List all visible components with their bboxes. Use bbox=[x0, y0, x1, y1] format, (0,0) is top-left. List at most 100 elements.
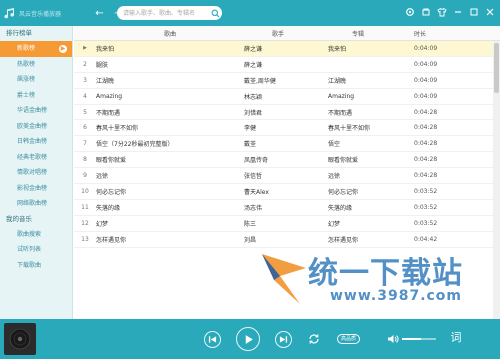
search-input[interactable] bbox=[123, 7, 211, 19]
minimize-icon bbox=[455, 11, 461, 13]
row-song: 怎样遇见你 bbox=[96, 236, 127, 244]
row-duration: 0:04:09 bbox=[414, 76, 438, 84]
scrollbar-thumb[interactable] bbox=[494, 43, 499, 93]
row-singer: 薛之谦 bbox=[244, 61, 263, 69]
song-table: 歌曲 歌手 专辑 时长 ▶ 我来怕 薛之谦 我来怕 0:04:09 2 腿肤 薛之谦 0:04:… bbox=[74, 26, 500, 319]
row-duration: 0:03:52 bbox=[414, 203, 438, 211]
minimize-button[interactable] bbox=[452, 6, 464, 18]
search-icon[interactable] bbox=[211, 9, 220, 18]
row-song: 悟空（7分22秒最初完整版） bbox=[96, 141, 174, 149]
col-header-song[interactable]: 歌曲 bbox=[96, 29, 244, 38]
table-row[interactable]: 11 失落的缘 汤志伟 失落的缘 0:03:52 bbox=[74, 200, 500, 216]
table-row[interactable]: 5 不期而遇 刘惜君 不期而遇 0:04:28 bbox=[74, 105, 500, 121]
row-album: 失落的缘 bbox=[328, 204, 353, 212]
play-button[interactable] bbox=[236, 327, 260, 351]
now-playing-icon: ▶ bbox=[83, 45, 87, 52]
table-body: ▶ 我来怕 薛之谦 我来怕 0:04:09 2 腿肤 薛之谦 0:04:09 3 江湖晚 戴荃,周华健… bbox=[74, 41, 500, 248]
settings-button[interactable] bbox=[404, 6, 416, 18]
table-row[interactable]: 6 春风十里不如你 李健 春风十里不如你 0:04:28 bbox=[74, 120, 500, 137]
sidebar-item-label: 新歌榜 bbox=[17, 45, 36, 52]
chevron-right-icon: ▶ bbox=[59, 44, 67, 53]
table-row[interactable]: 3 江湖晚 戴荃,周华健 江湖晚 0:04:09 bbox=[74, 73, 500, 89]
close-icon bbox=[486, 8, 494, 16]
sidebar-section-my-music[interactable]: 我的音乐 bbox=[0, 212, 72, 227]
shirt-icon bbox=[437, 7, 447, 17]
col-header-album[interactable]: 专辑 bbox=[328, 29, 414, 38]
row-singer: 凤凰传奇 bbox=[244, 157, 269, 165]
row-singer: 李健 bbox=[244, 125, 257, 133]
volume-icon bbox=[387, 334, 398, 343]
sidebar-item-new-songs[interactable]: 新歌榜 ▶ bbox=[0, 41, 72, 57]
sidebar-item-ost[interactable]: 影视金曲榜 bbox=[0, 181, 72, 197]
table-row[interactable]: 7 悟空（7分22秒最初完整版） 戴荃 悟空 0:04:28 bbox=[74, 136, 500, 153]
quality-toggle[interactable]: 高品质 bbox=[337, 334, 361, 344]
row-song: 何必忘记你 bbox=[96, 188, 127, 196]
prev-icon bbox=[208, 336, 217, 343]
row-song: 春风十里不如你 bbox=[96, 125, 139, 133]
repeat-icon bbox=[309, 334, 319, 344]
volume-slider[interactable] bbox=[402, 338, 436, 340]
row-duration: 0:04:28 bbox=[414, 172, 438, 180]
album-art[interactable] bbox=[4, 323, 36, 355]
row-album: 何必忘记你 bbox=[328, 188, 359, 196]
sidebar-item-internet-songs[interactable]: 网络歌曲榜 bbox=[0, 196, 72, 212]
table-row[interactable]: ▶ 我来怕 薛之谦 我来怕 0:04:09 bbox=[74, 41, 500, 57]
sidebar-item-song-search[interactable]: 歌曲搜索 bbox=[0, 227, 72, 243]
row-duration: 0:04:28 bbox=[414, 108, 438, 116]
sidebar-item-preview-list[interactable]: 试听列表 bbox=[0, 242, 72, 258]
watermark-url: www.3987.com bbox=[330, 288, 463, 304]
row-duration: 0:04:09 bbox=[414, 60, 438, 68]
row-index: 11 bbox=[81, 203, 89, 211]
sidebar-item-rising[interactable]: 飙涨榜 bbox=[0, 72, 72, 88]
title-bar: 风云音乐播放器 ← → bbox=[0, 0, 500, 26]
sidebar-item-jpkr-hits[interactable]: 日韩金曲榜 bbox=[0, 134, 72, 150]
lyrics-button[interactable]: 词 bbox=[449, 331, 463, 345]
sidebar-item-jazz[interactable]: 爵士榜 bbox=[0, 88, 72, 104]
row-song: 眼看你就爱 bbox=[96, 157, 127, 165]
sidebar-item-hot-songs[interactable]: 热歌榜 bbox=[0, 57, 72, 73]
next-icon bbox=[279, 336, 288, 343]
row-singer: 戴荃 bbox=[244, 141, 257, 149]
theme-button[interactable] bbox=[436, 6, 448, 18]
sidebar-item-western-hits[interactable]: 欧美金曲榜 bbox=[0, 119, 72, 135]
skin-icon bbox=[422, 8, 430, 16]
sidebar-item-duets[interactable]: 情歌对唱榜 bbox=[0, 165, 72, 181]
back-button[interactable]: ← bbox=[93, 7, 106, 20]
next-button[interactable] bbox=[275, 331, 292, 348]
row-album: 眼看你就爱 bbox=[328, 157, 359, 165]
table-header: 歌曲 歌手 专辑 时长 bbox=[74, 26, 500, 41]
search-box bbox=[117, 6, 222, 20]
table-row[interactable]: 4 Amazing 林志颖 Amazing 0:04:09 bbox=[74, 89, 500, 105]
sidebar-section-charts[interactable]: 排行榜单 bbox=[0, 26, 72, 41]
sidebar-item-downloads[interactable]: 下载歌曲 bbox=[0, 258, 72, 274]
row-index: 10 bbox=[81, 187, 89, 195]
row-index: 8 bbox=[83, 156, 87, 164]
table-row[interactable]: 12 幻梦 陈三 幻梦 0:03:52 bbox=[74, 216, 500, 232]
repeat-button[interactable] bbox=[307, 332, 321, 346]
window-controls bbox=[400, 6, 496, 18]
row-index: 6 bbox=[83, 124, 87, 132]
sidebar-item-classic-oldies[interactable]: 经典老歌榜 bbox=[0, 150, 72, 166]
maximize-button[interactable] bbox=[468, 6, 480, 18]
row-song: Amazing bbox=[96, 92, 123, 100]
table-row[interactable]: 9 远徐 张信哲 远徐 0:04:28 bbox=[74, 168, 500, 185]
col-header-singer[interactable]: 歌手 bbox=[244, 29, 328, 38]
volume-button[interactable] bbox=[386, 332, 399, 345]
vinyl-disc-icon bbox=[9, 328, 31, 350]
row-album: 幻梦 bbox=[328, 220, 341, 228]
app-logo: 风云音乐播放器 bbox=[0, 7, 90, 19]
sidebar-item-chinese-hits[interactable]: 华语金曲榜 bbox=[0, 103, 72, 119]
row-duration: 0:04:09 bbox=[414, 92, 438, 100]
table-row[interactable]: 2 腿肤 薛之谦 0:04:09 bbox=[74, 57, 500, 73]
table-row[interactable]: 10 何必忘记你 曹天Alex 何必忘记你 0:03:52 bbox=[74, 184, 500, 200]
skin-button[interactable] bbox=[420, 6, 432, 18]
table-row[interactable]: 8 眼看你就爱 凤凰传奇 眼看你就爱 0:04:28 bbox=[74, 152, 500, 169]
row-album: 不期而遇 bbox=[328, 109, 353, 117]
table-row[interactable]: 13 怎样遇见你 刘昌 怎样遇见你 0:04:42 bbox=[74, 232, 500, 248]
row-singer: 戴荃,周华健 bbox=[244, 77, 276, 85]
row-song: 不期而遇 bbox=[96, 109, 121, 117]
watermark: 统一下载站 www.3987.com bbox=[260, 242, 470, 317]
col-header-duration[interactable]: 时长 bbox=[414, 29, 466, 38]
prev-button[interactable] bbox=[204, 331, 221, 348]
close-button[interactable] bbox=[484, 6, 496, 18]
